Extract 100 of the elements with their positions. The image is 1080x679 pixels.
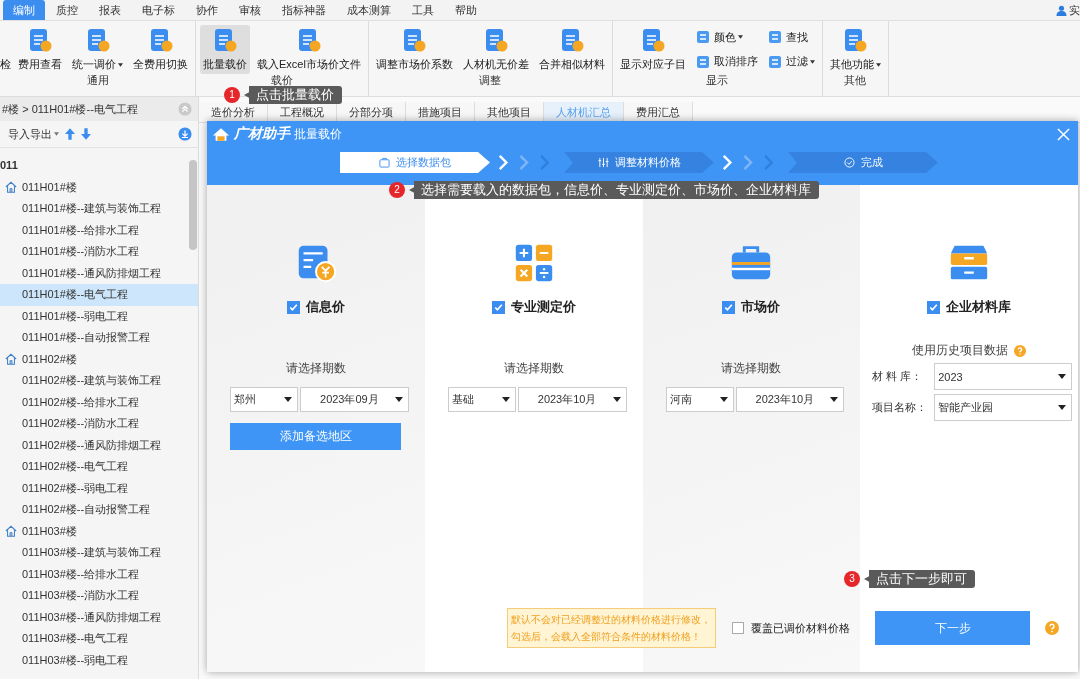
- select-field[interactable]: 智能产业园: [934, 394, 1072, 421]
- menu-tab[interactable]: 帮助: [445, 0, 487, 20]
- tree-item[interactable]: 011H03#楼--消防水工程: [0, 585, 198, 607]
- period-select[interactable]: 2023年10月: [517, 387, 627, 412]
- step-icon: [843, 157, 855, 168]
- close-icon[interactable]: [1057, 127, 1070, 141]
- tree-item[interactable]: 011H01#楼--通风防排烟工程: [0, 262, 198, 284]
- tree-item[interactable]: 011H02#楼--给排水工程: [0, 391, 198, 413]
- logo-icon: [212, 126, 230, 142]
- ribbon-button[interactable]: 全费用切换: [130, 25, 191, 74]
- tree-item[interactable]: 011H02#楼--电气工程: [0, 456, 198, 478]
- ribbon-button[interactable]: 批量载价: [200, 25, 250, 74]
- document-icon: [401, 27, 428, 53]
- tree-item[interactable]: 011H03#楼--给排水工程: [0, 563, 198, 585]
- ribbon-button[interactable]: 取消排序: [692, 49, 761, 74]
- down-arrow-icon[interactable]: [81, 128, 91, 140]
- region-select[interactable]: 河南: [665, 387, 734, 412]
- menu-tab[interactable]: 质控: [46, 0, 88, 20]
- download-icon[interactable]: [178, 127, 192, 141]
- region-select[interactable]: 基础: [447, 387, 516, 412]
- period-label: 请选择期数: [285, 360, 346, 377]
- tree-item[interactable]: 011H01#楼: [0, 176, 198, 198]
- step-icon: [597, 157, 609, 168]
- menu-tab[interactable]: 工具: [402, 0, 444, 20]
- ribbon-button[interactable]: 查找: [764, 25, 818, 50]
- tree-item[interactable]: 011H02#楼--弱电工程: [0, 477, 198, 499]
- menu-tab[interactable]: 报表: [89, 0, 131, 20]
- source-title: 信息价: [305, 298, 345, 316]
- tooltip: 点击下一步即可: [864, 570, 975, 588]
- checkbox-label: 覆盖已调价材料价格: [751, 620, 850, 636]
- caret-icon: [54, 132, 59, 136]
- tree-item[interactable]: 011H02#楼--建筑与装饰工程: [0, 370, 198, 392]
- collapse-icon[interactable]: [178, 102, 192, 116]
- period-label: 请选择期数: [721, 360, 782, 377]
- menu-tab[interactable]: 成本测算: [337, 0, 401, 20]
- dropdown-icon: [394, 397, 403, 402]
- breadcrumb: #楼 > 011H01#楼--电气工程: [2, 101, 138, 117]
- tree-item[interactable]: 011H03#楼--电气工程: [0, 628, 198, 650]
- checkbox[interactable]: [286, 300, 300, 314]
- menu-tab[interactable]: 指标神器: [272, 0, 336, 20]
- group-label: 其他: [844, 74, 867, 86]
- tree-item[interactable]: 011H01#楼--自动报警工程: [0, 327, 198, 349]
- up-arrow-icon[interactable]: [65, 128, 75, 140]
- dropdown-icon: [830, 397, 839, 402]
- select-field[interactable]: 2023: [934, 363, 1072, 390]
- tree-label: 011H01#楼: [22, 179, 77, 195]
- checkbox[interactable]: [491, 300, 505, 314]
- tree-item[interactable]: 011H03#楼--通风防排烟工程: [0, 606, 198, 628]
- help-icon[interactable]: [1014, 344, 1027, 357]
- tree-item[interactable]: 011H03#楼--建筑与装饰工程: [0, 542, 198, 564]
- period-select[interactable]: 2023年10月: [735, 387, 845, 412]
- ribbon-button[interactable]: 过滤: [764, 49, 818, 74]
- house-icon: [5, 353, 17, 366]
- source-title: 企业材料库: [946, 298, 1012, 316]
- checkbox[interactable]: [732, 622, 744, 634]
- ribbon-button[interactable]: 检: [0, 25, 11, 74]
- house-icon: [5, 181, 17, 194]
- tree-item[interactable]: 011H02#楼: [0, 348, 198, 370]
- tree-item[interactable]: 011H02#楼--消防水工程: [0, 413, 198, 435]
- dropdown-icon: [1058, 405, 1066, 410]
- ribbon-button[interactable]: 合并相似材料: [535, 25, 608, 74]
- ribbon-button[interactable]: 调整市场价系数: [372, 25, 456, 74]
- dropdown-icon: [1058, 374, 1066, 379]
- tree-item[interactable]: 011H01#楼--建筑与装饰工程: [0, 198, 198, 220]
- region-select[interactable]: 郑州: [230, 387, 298, 412]
- tree-item[interactable]: 011H03#楼: [0, 520, 198, 542]
- help-icon[interactable]: [1045, 621, 1059, 635]
- period-label: 请选择期数: [503, 360, 564, 377]
- caret-icon: [118, 62, 123, 67]
- user-name[interactable]: 实: [1069, 2, 1080, 18]
- ribbon-button[interactable]: 颜色: [692, 25, 761, 50]
- house-icon: [5, 525, 17, 538]
- period-select[interactable]: 2023年09月: [300, 387, 409, 412]
- logo-text: 广材助手: [234, 125, 290, 143]
- ribbon-button[interactable]: 统一调价: [69, 25, 126, 74]
- tree-item[interactable]: 011H01#楼--弱电工程: [0, 305, 198, 327]
- caret-icon: [737, 35, 743, 40]
- source-title: 市场价: [741, 298, 781, 316]
- ribbon-button[interactable]: 载入Excel市场价文件: [254, 25, 364, 74]
- ribbon-button[interactable]: 其他功能: [826, 25, 884, 74]
- tree-item[interactable]: 011H03#楼--弱电工程: [0, 649, 198, 671]
- checkbox[interactable]: [927, 300, 941, 314]
- group-label: 显示: [706, 74, 729, 86]
- checkbox[interactable]: [722, 300, 736, 314]
- tree-item[interactable]: 011H02#楼--通风防排烟工程: [0, 434, 198, 456]
- tree-item[interactable]: 011H01#楼--电气工程: [0, 284, 198, 306]
- ribbon-button[interactable]: 人材机无价差: [459, 25, 532, 74]
- menu-tab[interactable]: 审核: [229, 0, 271, 20]
- user-icon: [1056, 4, 1067, 16]
- ribbon-button[interactable]: 显示对应子目: [616, 25, 689, 74]
- dropdown-icon: [612, 397, 621, 402]
- tree-item[interactable]: 011H01#楼--给排水工程: [0, 219, 198, 241]
- ribbon-button[interactable]: 费用查看: [15, 25, 65, 74]
- tree-item[interactable]: 011: [0, 155, 198, 177]
- tree-item[interactable]: 011H02#楼--自动报警工程: [0, 499, 198, 521]
- field-label: 项目名称：: [872, 400, 929, 415]
- tree-item[interactable]: 011H01#楼--消防水工程: [0, 241, 198, 263]
- import-export-button[interactable]: 导入导出: [8, 126, 59, 142]
- menu-tab[interactable]: 电子标: [132, 0, 185, 20]
- menu-tab[interactable]: 协作: [186, 0, 228, 20]
